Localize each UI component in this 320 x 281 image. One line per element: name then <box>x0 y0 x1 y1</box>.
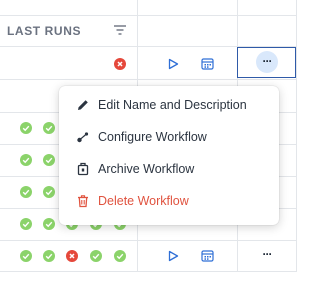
run-status-success-icon[interactable] <box>20 186 32 198</box>
run-status-success-icon[interactable] <box>43 122 55 134</box>
run-status-success-icon[interactable] <box>20 154 32 166</box>
menu-item-label: Edit Name and Description <box>98 98 247 112</box>
last-runs-header: LAST RUNS <box>7 24 82 38</box>
more-actions-button[interactable]: ··· <box>256 244 278 266</box>
table-row: ··· <box>0 240 297 274</box>
menu-item-label: Archive Workflow <box>98 162 195 176</box>
menu-item-label: Configure Workflow <box>98 130 207 144</box>
run-status-success-icon[interactable] <box>43 218 55 230</box>
table-border <box>0 15 297 16</box>
run-status-success-icon[interactable] <box>43 250 55 262</box>
ellipsis-icon: ··· <box>262 247 273 261</box>
trash-icon <box>78 195 88 208</box>
ellipsis-icon: ··· <box>262 54 273 68</box>
pencil-icon <box>78 100 88 110</box>
menu-item-archive[interactable]: Archive Workflow <box>59 154 279 184</box>
run-workflow-icon[interactable] <box>167 250 179 262</box>
run-status-success-icon[interactable] <box>43 154 55 166</box>
menu-item-edit-name[interactable]: Edit Name and Description <box>59 90 279 120</box>
run-status-failed-icon[interactable] <box>66 250 78 262</box>
run-status-success-icon[interactable] <box>43 186 55 198</box>
more-actions-button[interactable]: ··· <box>256 51 278 73</box>
menu-item-delete[interactable]: Delete Workflow <box>59 186 279 216</box>
archive-icon <box>77 162 89 176</box>
run-status-success-icon[interactable] <box>20 250 32 262</box>
menu-item-label: Delete Workflow <box>98 194 189 208</box>
configure-icon <box>77 132 89 143</box>
schedule-icon[interactable] <box>201 249 214 262</box>
run-status-success-icon[interactable] <box>114 250 126 262</box>
run-status-failed-icon[interactable] <box>114 58 126 70</box>
schedule-icon[interactable] <box>201 57 214 70</box>
run-status-success-icon[interactable] <box>20 218 32 230</box>
run-workflow-icon[interactable] <box>167 58 179 70</box>
menu-item-configure[interactable]: Configure Workflow <box>59 122 279 152</box>
run-status-success-icon[interactable] <box>20 122 32 134</box>
workflow-context-menu: Edit Name and Description Configure Work… <box>59 86 279 225</box>
filter-icon[interactable] <box>113 23 127 37</box>
run-status-success-icon[interactable] <box>90 250 102 262</box>
